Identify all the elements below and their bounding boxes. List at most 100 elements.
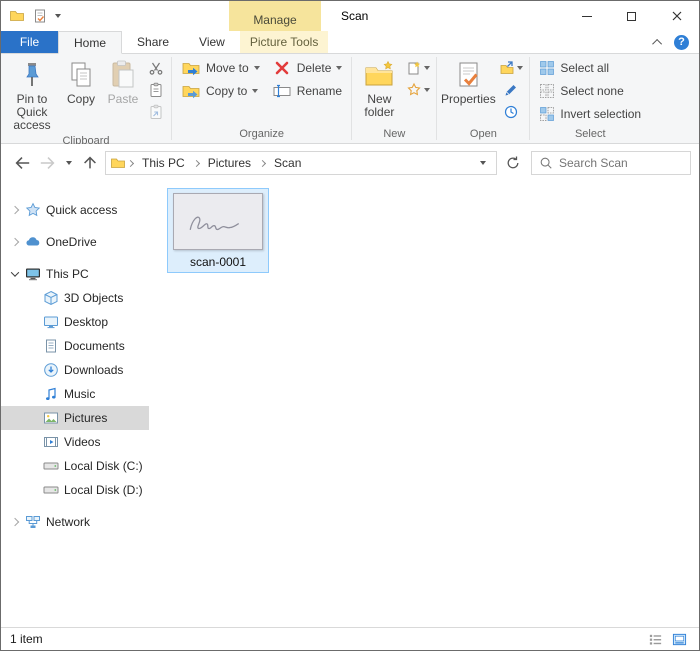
file-list[interactable]: scan-0001 xyxy=(149,182,699,627)
open-icon xyxy=(500,61,514,74)
organize-group-label: Organize xyxy=(239,128,284,140)
3d-objects-icon xyxy=(43,290,59,306)
expand-chevron-icon[interactable] xyxy=(7,517,23,527)
cut-button[interactable] xyxy=(144,57,168,79)
breadcrumb-separator-icon xyxy=(192,159,200,167)
file-item-scan-0001[interactable]: scan-0001 xyxy=(167,188,269,273)
breadcrumb-item-pictures[interactable]: Pictures xyxy=(201,152,258,174)
tab-home[interactable]: Home xyxy=(58,31,123,54)
edit-button[interactable] xyxy=(496,79,526,101)
copy-path-button[interactable] xyxy=(144,79,168,101)
sidebar-item-local-disk-d[interactable]: Local Disk (D:) xyxy=(1,478,149,502)
maximize-icon xyxy=(627,11,636,21)
move-to-label: Move to xyxy=(206,60,249,75)
minimize-icon xyxy=(581,15,592,17)
move-to-button[interactable]: Move to xyxy=(175,56,266,79)
copy-to-button[interactable]: Copy to xyxy=(175,79,266,102)
select-none-button[interactable]: Select none xyxy=(533,79,647,102)
select-all-label: Select all xyxy=(560,60,610,75)
explorer-window: Manage Scan File Home Share View Picture… xyxy=(0,0,700,651)
onedrive-icon xyxy=(25,234,41,250)
sidebar-item-documents[interactable]: Documents xyxy=(1,334,149,358)
sidebar-item-3d-objects[interactable]: 3D Objects xyxy=(1,286,149,310)
rename-button[interactable]: Rename xyxy=(266,79,349,102)
history-button[interactable] xyxy=(496,101,526,123)
minimize-button[interactable] xyxy=(564,1,609,31)
sidebar-item-label: This PC xyxy=(46,267,89,281)
help-icon[interactable]: ? xyxy=(674,34,689,50)
forward-icon xyxy=(40,157,55,169)
sidebar-item-pictures[interactable]: Pictures xyxy=(1,406,149,430)
invert-selection-button[interactable]: Invert selection xyxy=(533,102,647,125)
tab-picture-tools[interactable]: Picture Tools xyxy=(239,31,329,53)
up-icon xyxy=(84,156,96,169)
tab-view[interactable]: View xyxy=(184,31,240,53)
back-button[interactable] xyxy=(9,150,35,176)
paste-button[interactable]: Paste xyxy=(102,56,144,109)
sidebar-item-videos[interactable]: Videos xyxy=(1,430,149,454)
collapse-ribbon-icon[interactable] xyxy=(652,38,663,49)
dropdown-icon xyxy=(336,65,343,70)
sidebar-item-onedrive[interactable]: OneDrive xyxy=(1,230,149,254)
tab-home-label: Home xyxy=(74,35,107,50)
sidebar-item-desktop[interactable]: Desktop xyxy=(1,310,149,334)
search-input[interactable] xyxy=(559,156,683,170)
refresh-button[interactable] xyxy=(501,151,525,175)
sidebar-item-network[interactable]: Network xyxy=(1,510,149,534)
ribbon-group-new: New folder New xyxy=(352,54,436,143)
select-all-button[interactable]: Select all xyxy=(533,56,647,79)
desktop-icon xyxy=(43,314,59,330)
thumbnails-view-button[interactable] xyxy=(669,630,689,648)
recent-locations-button[interactable] xyxy=(61,150,77,176)
expand-chevron-icon[interactable] xyxy=(7,237,23,247)
network-icon xyxy=(25,514,41,530)
open-button[interactable] xyxy=(496,57,526,79)
easy-access-button[interactable] xyxy=(403,79,433,101)
sidebar-item-label: Local Disk (D:) xyxy=(64,483,143,497)
item-count-label: 1 item xyxy=(10,632,43,646)
sidebar-item-music[interactable]: Music xyxy=(1,382,149,406)
explorer-window-icon xyxy=(10,11,24,21)
tab-file[interactable]: File xyxy=(1,31,58,53)
manage-contextual-header[interactable]: Manage xyxy=(229,1,321,31)
quick-access-icon xyxy=(25,202,41,218)
navigation-pane: Quick access OneDrive This PC 3D Objects xyxy=(1,182,149,627)
collapse-chevron-icon[interactable] xyxy=(7,268,23,277)
sidebar-item-label: Network xyxy=(46,515,91,529)
breadcrumb-item-scan[interactable]: Scan xyxy=(267,152,308,174)
tab-file-label: File xyxy=(19,35,40,49)
sidebar-item-label: Documents xyxy=(64,339,125,353)
window-controls xyxy=(564,1,699,31)
expand-chevron-icon[interactable] xyxy=(7,205,23,215)
back-icon xyxy=(15,157,30,169)
new-item-button[interactable] xyxy=(403,57,433,79)
music-icon xyxy=(43,386,59,402)
search-icon xyxy=(540,157,552,169)
copy-button[interactable]: Copy xyxy=(60,56,102,109)
sidebar-item-downloads[interactable]: Downloads xyxy=(1,358,149,382)
breadcrumb-separator-icon xyxy=(259,159,267,167)
sidebar-item-local-disk-c[interactable]: Local Disk (C:) xyxy=(1,454,149,478)
pin-to-quick-access-button[interactable]: Pin to Quick access xyxy=(4,56,60,135)
details-view-button[interactable] xyxy=(645,630,665,648)
new-folder-icon xyxy=(365,60,393,86)
qat-customize-chevron-icon[interactable] xyxy=(55,14,61,18)
sidebar-item-this-pc[interactable]: This PC xyxy=(1,262,149,286)
breadcrumb[interactable]: This PC Pictures Scan xyxy=(105,151,497,175)
sidebar-item-quick-access[interactable]: Quick access xyxy=(1,198,149,222)
up-button[interactable] xyxy=(77,150,103,176)
paste-shortcut-button[interactable] xyxy=(144,101,168,123)
maximize-button[interactable] xyxy=(609,1,654,31)
new-folder-button[interactable]: New folder xyxy=(355,56,403,122)
breadcrumb-item-this-pc[interactable]: This PC xyxy=(135,152,192,174)
qat-properties-icon[interactable] xyxy=(32,8,48,24)
ribbon-tab-row: File Home Share View Picture Tools ? xyxy=(1,31,699,54)
close-button[interactable] xyxy=(654,1,699,31)
delete-button[interactable]: Delete xyxy=(266,56,349,79)
forward-button[interactable] xyxy=(35,150,61,176)
tab-share[interactable]: Share xyxy=(122,31,184,53)
history-icon xyxy=(505,105,518,119)
copy-label: Copy xyxy=(66,92,95,106)
properties-button[interactable]: Properties xyxy=(440,56,496,109)
address-dropdown-button[interactable] xyxy=(474,152,492,174)
